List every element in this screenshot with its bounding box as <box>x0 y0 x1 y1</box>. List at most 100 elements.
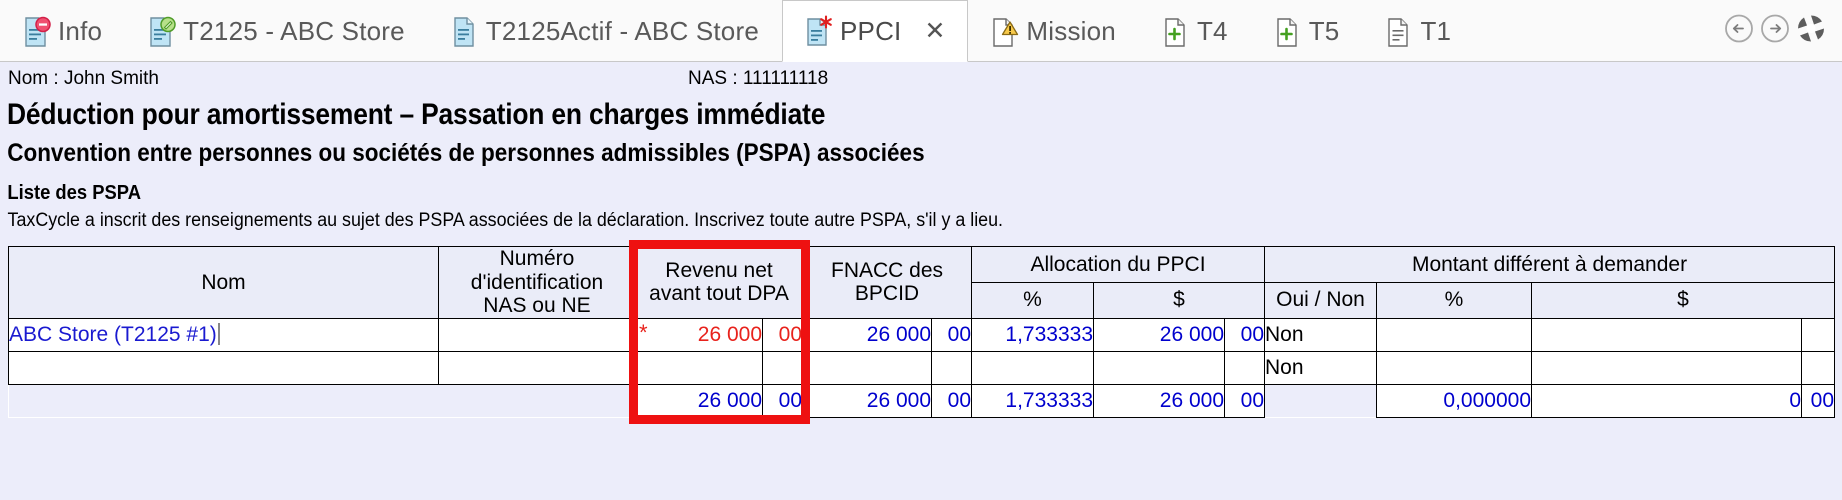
cell-montant-pct[interactable] <box>1376 350 1533 385</box>
tab-label: Info <box>58 16 103 46</box>
total-cell-nom <box>8 383 439 418</box>
cell-allocation-dollar[interactable] <box>1093 350 1226 385</box>
cell-revenu-net[interactable] <box>635 350 763 385</box>
total-fnacc: 26 000 <box>802 383 933 418</box>
col-header-oui-non: Oui / Non <box>1264 281 1378 319</box>
cell-oui-non[interactable]: Non <box>1264 317 1378 352</box>
group-header-row: Nom Numéro d'identification NAS ou NE Re… <box>8 246 1836 319</box>
page-subtitle: Convention entre personnes ou sociétés d… <box>7 139 925 167</box>
group-header-allocation: Allocation du PPCI <box>971 246 1266 283</box>
col-header-nom: Nom <box>8 246 439 319</box>
document-edit-icon <box>148 16 176 48</box>
col-header-numero: Numéro d'identification NAS ou NE <box>438 246 636 319</box>
refresh-icon[interactable] <box>1794 11 1828 50</box>
tab-info[interactable]: Info <box>0 0 125 62</box>
taxpayer-name: Nom : John Smith <box>8 68 159 89</box>
cell-fnacc[interactable] <box>802 350 933 385</box>
col-header-revenu-net: Revenu net avant tout DPA <box>634 246 804 319</box>
total-montant-dollar: 0 <box>1531 383 1803 418</box>
total-allocation-dollar: 26 000 <box>1093 383 1226 418</box>
col-header-fnacc-line2: BPCID <box>854 282 920 306</box>
tab-label: T2125 - ABC Store <box>183 16 405 46</box>
col-header-allocation-dollar: $ <box>1093 281 1266 319</box>
col-header-revenu-line1: Revenu net <box>665 258 773 282</box>
tab-t5[interactable]: T5 <box>1251 0 1363 62</box>
col-header-montant-dollar: $ <box>1531 281 1836 319</box>
bottom-filler <box>0 470 1842 500</box>
col-header-allocation-pct: % <box>971 281 1095 319</box>
cell-revenu-cents[interactable] <box>761 350 804 385</box>
total-allocation-cents: 00 <box>1224 383 1266 418</box>
document-icon <box>451 16 479 48</box>
pspa-table: Nom Numéro d'identification NAS ou NE Re… <box>8 246 1836 418</box>
tab-t1[interactable]: T1 <box>1362 0 1474 62</box>
identification-line: Nom : John Smith NAS : 111111118 <box>0 62 1842 92</box>
table-row[interactable]: ABC Store (T2125 #1) * 26 000 00 26 000 0… <box>8 317 1836 352</box>
col-header-fnacc: FNACC des BPCID <box>802 246 973 319</box>
tab-t4[interactable]: T4 <box>1139 0 1251 62</box>
total-revenu-net: 26 000 <box>635 383 763 418</box>
cell-montant-pct[interactable] <box>1376 317 1533 352</box>
group-header-montant: Montant différent à demander <box>1264 246 1836 283</box>
document-minus-icon <box>23 16 51 48</box>
col-header-montant-pct: % <box>1376 281 1533 319</box>
cell-revenu-value: 26 000 <box>697 322 762 346</box>
arrow-right-circle-icon[interactable] <box>1758 11 1792 50</box>
total-montant-cents: 00 <box>1801 383 1836 418</box>
taxpayer-sin: NAS : 111111118 <box>688 68 829 89</box>
document-asterisk-icon <box>805 15 833 47</box>
cell-revenu-net[interactable]: * 26 000 <box>635 317 763 352</box>
cell-allocation-cents[interactable] <box>1224 350 1266 385</box>
cell-montant-cents[interactable] <box>1801 350 1836 385</box>
table-body: ABC Store (T2125 #1) * 26 000 00 26 000 0… <box>8 317 1836 418</box>
cell-nom[interactable]: ABC Store (T2125 #1) <box>8 317 439 352</box>
document-plus-icon <box>1162 16 1190 48</box>
total-fnacc-cents: 00 <box>931 383 973 418</box>
table-total-row: 26 000 00 26 000 00 1,733333 26 000 00 0… <box>8 383 1836 418</box>
text-cursor <box>217 322 220 345</box>
cell-montant-dollar[interactable] <box>1531 317 1803 352</box>
total-allocation-pct: 1,733333 <box>971 383 1095 418</box>
col-header-numero-line3: NAS ou NE <box>483 294 591 318</box>
cell-fnacc-cents[interactable] <box>931 350 973 385</box>
arrow-left-circle-icon[interactable] <box>1722 11 1756 50</box>
cell-nom[interactable] <box>8 350 439 385</box>
cell-oui-non[interactable]: Non <box>1264 350 1378 385</box>
cell-fnacc[interactable]: 26 000 <box>802 317 933 352</box>
tab-label: T2125Actif - ABC Store <box>485 16 759 46</box>
total-montant-pct: 0,000000 <box>1376 383 1533 418</box>
override-asterisk-icon: * <box>639 319 648 345</box>
tab-ppci[interactable]: PPCI ✕ <box>781 0 969 62</box>
tab-label: Mission <box>1026 16 1116 46</box>
page-title: Déduction pour amortissement – Passation… <box>7 98 826 131</box>
cell-montant-cents[interactable] <box>1801 317 1836 352</box>
col-header-numero-line2: d'identification <box>470 270 604 294</box>
col-header-revenu-line2: avant tout DPA <box>649 282 789 306</box>
cell-allocation-pct[interactable]: 1,733333 <box>971 317 1095 352</box>
tab-label: T4 <box>1196 16 1228 46</box>
col-header-numero-line1: Numéro <box>499 247 575 270</box>
pspa-table-wrapper: Nom Numéro d'identification NAS ou NE Re… <box>0 239 1842 425</box>
cell-allocation-pct[interactable] <box>971 350 1095 385</box>
form-body: Nom : John Smith NAS : 111111118 Déducti… <box>0 62 1842 500</box>
close-icon[interactable]: ✕ <box>924 18 945 44</box>
total-revenu-cents: 00 <box>761 383 804 418</box>
cell-montant-dollar[interactable] <box>1531 350 1803 385</box>
table-head: Nom Numéro d'identification NAS ou NE Re… <box>8 246 1836 319</box>
cell-revenu-cents[interactable]: 00 <box>761 317 804 352</box>
tab-t2125actif-abc-store[interactable]: T2125Actif - ABC Store <box>428 0 782 62</box>
document-warning-icon <box>991 16 1019 48</box>
cell-numero[interactable] <box>438 317 636 352</box>
tab-label: PPCI <box>839 15 902 46</box>
table-row[interactable]: Non <box>8 350 1836 385</box>
tab-label: T1 <box>1420 16 1452 46</box>
instructions-text: TaxCycle a inscrit des renseignements au… <box>7 210 1003 231</box>
tab-label: T5 <box>1308 16 1340 46</box>
cell-fnacc-cents[interactable]: 00 <box>931 317 973 352</box>
cell-allocation-dollar[interactable]: 26 000 <box>1093 317 1226 352</box>
cell-allocation-cents[interactable]: 00 <box>1224 317 1266 352</box>
tab-t2125-abc-store[interactable]: T2125 - ABC Store <box>125 0 428 62</box>
tab-mission[interactable]: Mission <box>968 0 1139 62</box>
section-heading: Liste des PSPA <box>7 182 141 204</box>
cell-numero[interactable] <box>438 350 636 385</box>
